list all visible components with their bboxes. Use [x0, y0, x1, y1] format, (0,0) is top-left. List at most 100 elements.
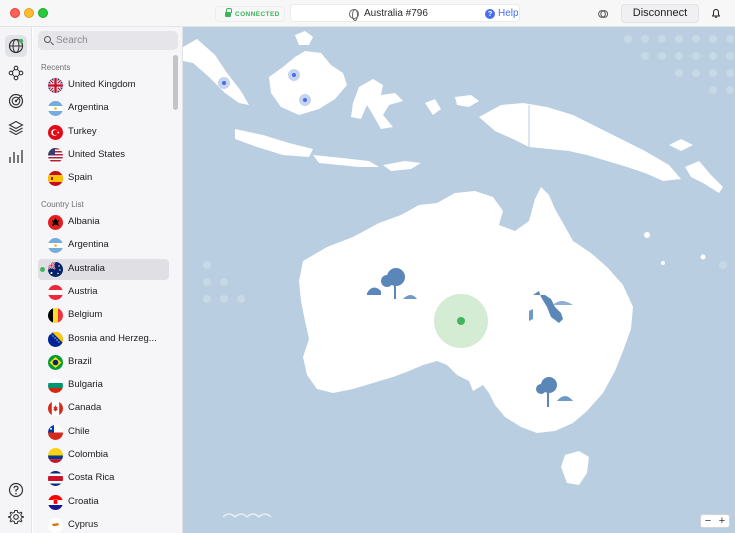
recent-item-es[interactable]: Spain: [38, 168, 169, 189]
map-canvas: [183, 31, 734, 518]
country-list-heading: Country List: [41, 200, 84, 209]
country-name: Belgium: [68, 309, 103, 321]
connection-status-label: CONNECTED: [235, 10, 280, 18]
us-flag-icon: [48, 147, 63, 163]
ar-flag-icon: [48, 238, 63, 254]
world-map[interactable]: [183, 27, 735, 533]
es-flag-icon: [48, 171, 63, 187]
zoom-window-button[interactable]: [38, 8, 48, 18]
cl-flag-icon: [48, 424, 63, 440]
zoom-out-button[interactable]: −: [701, 515, 715, 527]
country-item-ba[interactable]: Bosnia and Herzeg...: [38, 329, 169, 350]
country-name: United Kingdom: [68, 79, 136, 90]
country-item-at[interactable]: Austria: [38, 282, 169, 303]
bg-flag-icon: [48, 378, 63, 394]
help-link[interactable]: Help: [498, 8, 519, 19]
country-item-al[interactable]: Albania: [38, 212, 169, 233]
title-bar: CONNECTED Australia #796 ? Help Disconne…: [0, 0, 735, 27]
country-item-be[interactable]: Belgium: [38, 305, 169, 326]
sidebar-scrollbar[interactable]: [173, 55, 178, 110]
map-zoom-control: − +: [700, 514, 730, 528]
search-input[interactable]: [56, 34, 171, 47]
zoom-in-button[interactable]: +: [715, 515, 729, 527]
close-window-button[interactable]: [10, 8, 20, 18]
country-name: Costa Rica: [68, 472, 115, 484]
connected-location-pin: [457, 317, 465, 325]
country-name: Argentina: [68, 239, 109, 251]
app-window: CONNECTED Australia #796 ? Help Disconne…: [0, 0, 735, 533]
bar-chart-icon: [9, 150, 23, 163]
nav-globe-button[interactable]: [5, 35, 27, 57]
server-sidebar: Recents United Kingdom Argentina Turkey Uni…: [33, 27, 183, 533]
help-icon[interactable]: ?: [485, 9, 495, 19]
cr-flag-icon: [48, 471, 63, 487]
country-item-au[interactable]: Australia: [38, 258, 169, 280]
country-name: Cyprus: [68, 518, 99, 530]
country-item-ar[interactable]: Argentina: [38, 235, 169, 256]
country-name: Croatia: [68, 495, 99, 507]
ba-flag-icon: [48, 331, 63, 347]
country-item-br[interactable]: Brazil: [38, 352, 169, 373]
nav-meshnet-button[interactable]: [5, 62, 27, 84]
at-flag-icon: [48, 284, 63, 300]
country-item-cy[interactable]: Cyprus: [38, 515, 169, 533]
cy-flag-icon: [48, 517, 63, 533]
recent-item-ar[interactable]: Argentina: [38, 98, 169, 119]
meshnet-icon: [8, 65, 24, 81]
country-item-bg[interactable]: Bulgaria: [38, 375, 169, 396]
search-box[interactable]: [38, 31, 178, 50]
navigation-rail: [0, 27, 32, 533]
country-item-hr[interactable]: Croatia: [38, 492, 169, 513]
country-name: Spain: [68, 172, 93, 184]
devices-icon[interactable]: [598, 9, 608, 19]
nav-statistics-button[interactable]: [5, 145, 27, 167]
country-name: United States: [68, 148, 126, 160]
country-item-co[interactable]: Colombia: [38, 445, 169, 466]
recent-item-us[interactable]: United States: [38, 145, 169, 166]
country-name: Canada: [68, 402, 102, 414]
recents-heading: Recents: [41, 63, 71, 72]
question-icon: [8, 482, 24, 498]
hr-flag-icon: [48, 494, 63, 510]
tr-flag-icon: [48, 124, 63, 140]
lock-icon: [225, 7, 232, 18]
br-flag-icon: [48, 354, 63, 370]
uk-flag-icon: [48, 78, 63, 93]
globe-icon: [349, 9, 359, 21]
nav-help-button[interactable]: [5, 479, 27, 501]
country-name: Turkey: [68, 125, 97, 137]
ar-flag-icon: [48, 101, 63, 117]
country-name: Colombia: [68, 449, 109, 460]
gear-icon: [8, 510, 24, 524]
notifications-bell-icon[interactable]: [712, 9, 720, 18]
recent-item-tr[interactable]: Turkey: [38, 122, 169, 143]
country-item-cl[interactable]: Chile: [38, 422, 169, 443]
connected-indicator: [40, 266, 45, 272]
server-name: Australia #796: [364, 8, 428, 19]
layers-icon: [8, 120, 24, 136]
connection-status: CONNECTED: [215, 6, 285, 22]
country-name: Bulgaria: [68, 379, 103, 391]
recent-item-uk[interactable]: United Kingdom: [38, 75, 169, 96]
search-icon: [44, 36, 51, 43]
globe-icon: [8, 38, 24, 54]
minimize-window-button[interactable]: [24, 8, 34, 18]
country-name: Australia: [68, 262, 105, 274]
nav-layers-button[interactable]: [5, 117, 27, 139]
nav-threat-protection-button[interactable]: [5, 90, 27, 112]
tasmania: [561, 451, 589, 485]
country-name: Chile: [68, 425, 90, 437]
country-name: Bosnia and Herzeg...: [68, 332, 157, 344]
country-name: Argentina: [68, 102, 109, 114]
disconnect-button[interactable]: Disconnect: [621, 4, 699, 23]
al-flag-icon: [48, 215, 63, 230]
be-flag-icon: [48, 308, 63, 324]
co-flag-icon: [48, 448, 63, 463]
ca-flag-icon: [48, 401, 63, 417]
target-icon: [8, 93, 24, 109]
nav-settings-button[interactable]: [5, 506, 27, 528]
server-indicator[interactable]: Australia #796 ? Help: [290, 4, 520, 22]
country-item-cr[interactable]: Costa Rica: [38, 468, 169, 489]
country-name: Albania: [68, 216, 100, 227]
country-item-ca[interactable]: Canada: [38, 398, 169, 419]
